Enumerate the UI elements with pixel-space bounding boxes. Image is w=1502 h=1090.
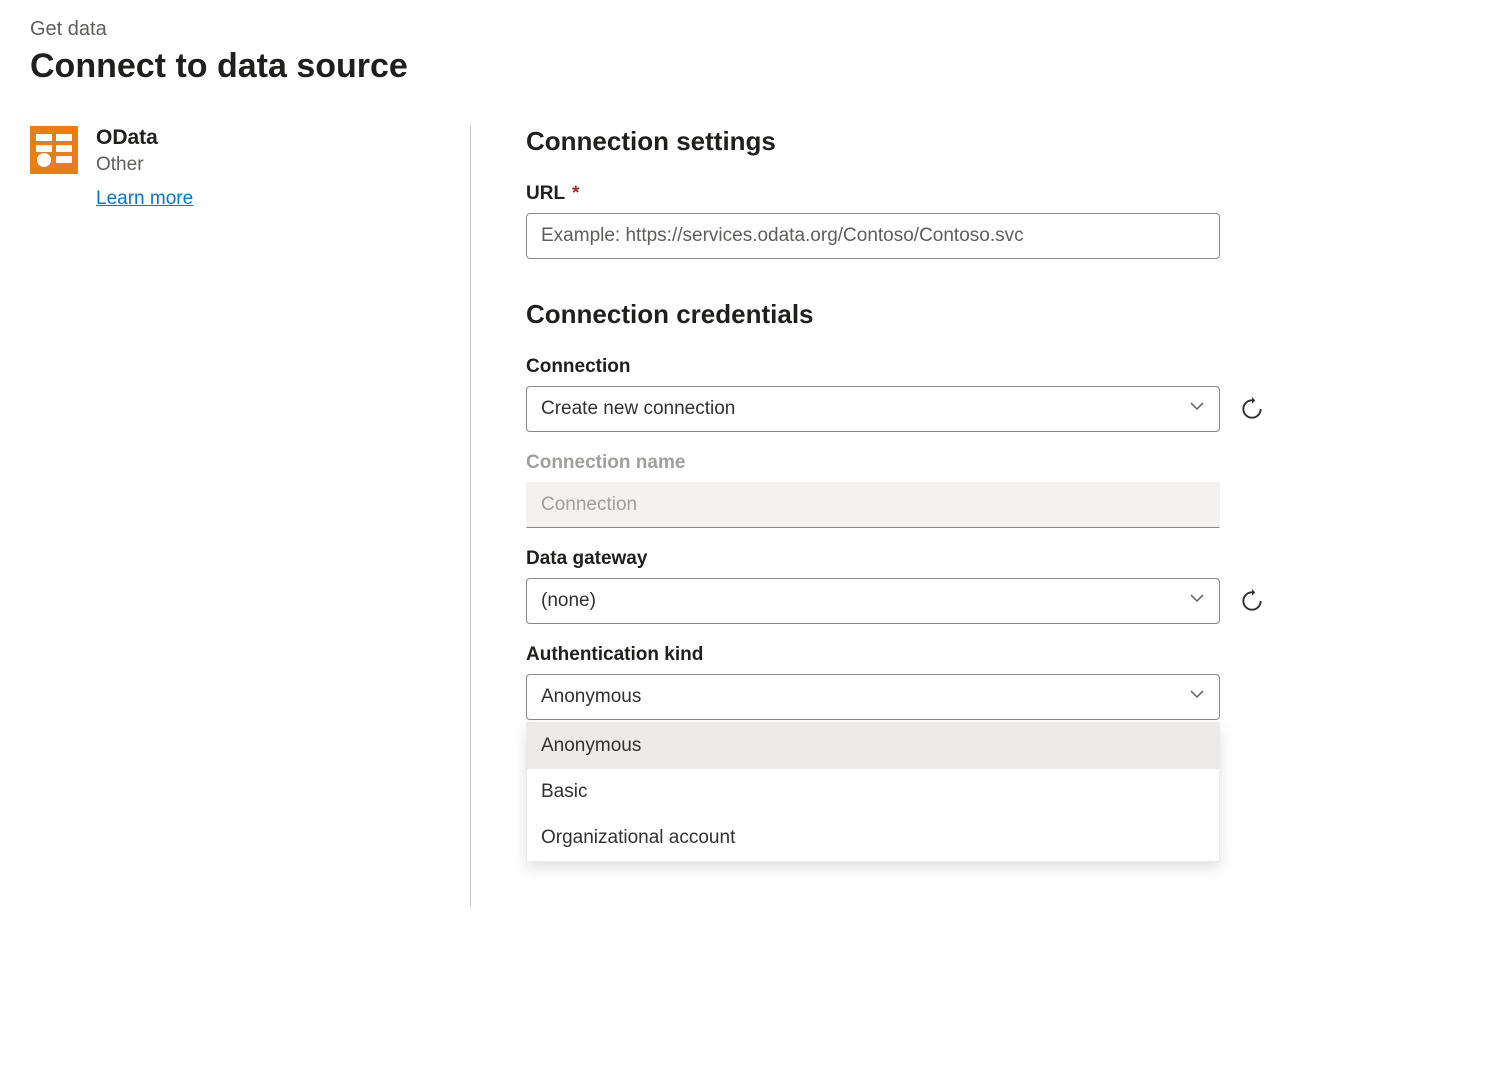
breadcrumb: Get data bbox=[30, 18, 1472, 41]
auth-option-basic[interactable]: Basic bbox=[527, 769, 1219, 815]
url-label-text: URL bbox=[526, 183, 565, 204]
connection-settings-heading: Connection settings bbox=[526, 126, 1471, 157]
connector-category: Other bbox=[96, 154, 193, 176]
refresh-connection-button[interactable] bbox=[1238, 395, 1266, 423]
auth-option-organizational[interactable]: Organizational account bbox=[527, 815, 1219, 861]
connection-name-label: Connection name bbox=[526, 452, 1471, 474]
url-label: URL * bbox=[526, 183, 1471, 205]
connector-summary: OData Other Learn more bbox=[30, 126, 470, 210]
data-gateway-select[interactable]: (none) bbox=[526, 578, 1220, 624]
auth-kind-label: Authentication kind bbox=[526, 644, 1471, 666]
required-indicator: * bbox=[572, 183, 579, 204]
auth-kind-select[interactable]: Anonymous bbox=[526, 674, 1220, 720]
url-input[interactable] bbox=[526, 213, 1220, 259]
odata-connector-icon bbox=[30, 126, 78, 174]
refresh-icon bbox=[1239, 588, 1265, 614]
chevron-down-icon bbox=[1189, 590, 1205, 612]
auth-kind-dropdown: Anonymous Basic Organizational account bbox=[526, 722, 1220, 862]
learn-more-link[interactable]: Learn more bbox=[96, 188, 193, 210]
refresh-icon bbox=[1239, 396, 1265, 422]
refresh-gateway-button[interactable] bbox=[1238, 587, 1266, 615]
connector-name: OData bbox=[96, 126, 193, 150]
chevron-down-icon bbox=[1189, 398, 1205, 420]
auth-kind-value: Anonymous bbox=[541, 686, 641, 708]
connection-select-value: Create new connection bbox=[541, 398, 735, 420]
chevron-down-icon bbox=[1189, 686, 1205, 708]
data-gateway-value: (none) bbox=[541, 590, 596, 612]
connection-label: Connection bbox=[526, 356, 1471, 378]
auth-option-anonymous[interactable]: Anonymous bbox=[527, 723, 1219, 769]
connection-select[interactable]: Create new connection bbox=[526, 386, 1220, 432]
connection-credentials-heading: Connection credentials bbox=[526, 299, 1471, 330]
page-title: Connect to data source bbox=[30, 47, 1472, 86]
connection-name-input: Connection bbox=[526, 482, 1220, 528]
connection-name-value: Connection bbox=[541, 494, 637, 516]
data-gateway-label: Data gateway bbox=[526, 548, 1471, 570]
